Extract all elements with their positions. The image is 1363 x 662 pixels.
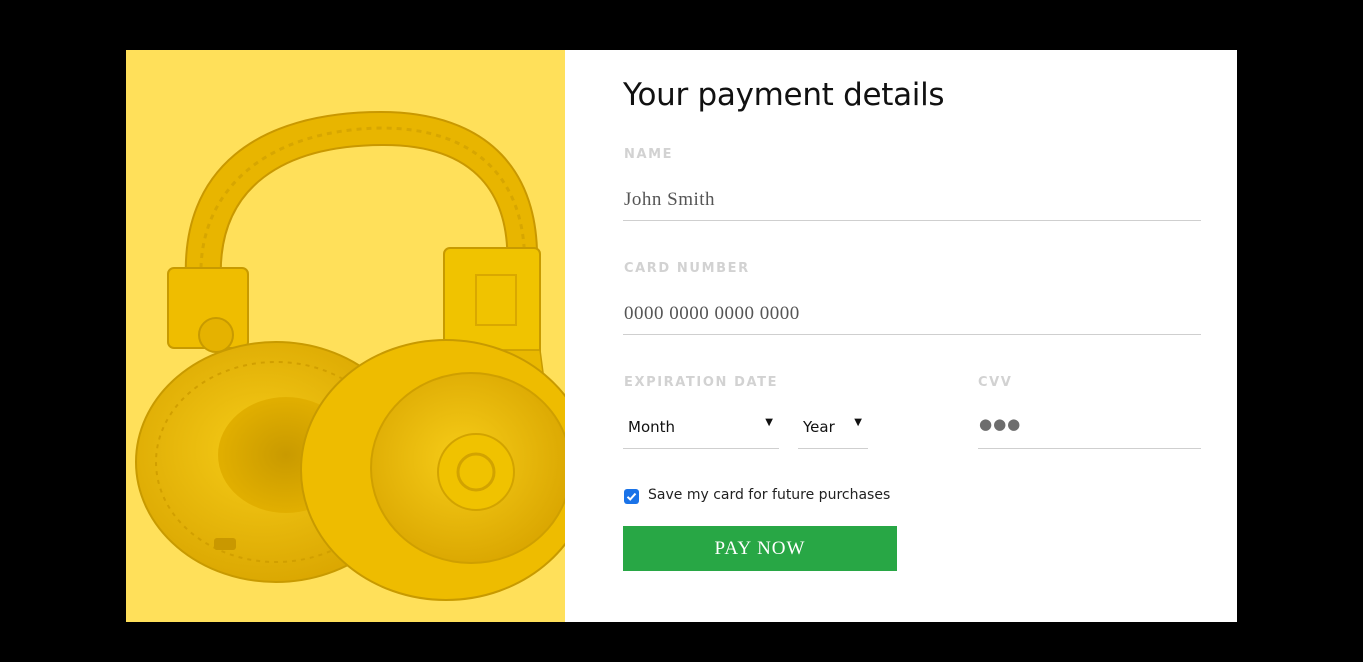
month-select[interactable]: Month ▼ (623, 411, 779, 449)
month-select-value: Month (628, 418, 676, 436)
card-number-label: CARD NUMBER (624, 261, 750, 276)
cvv-label: CVV (978, 375, 1013, 390)
payment-card: Your payment details NAME CARD NUMBER EX… (126, 50, 1237, 622)
cvv-masked-value: ●●● (979, 415, 1022, 433)
save-card-label[interactable]: Save my card for future purchases (648, 487, 890, 503)
year-select-value: Year (803, 418, 835, 436)
page-title: Your payment details (623, 77, 945, 113)
chevron-down-icon: ▼ (765, 417, 773, 428)
payment-form: Your payment details NAME CARD NUMBER EX… (565, 50, 1237, 622)
product-image-panel (126, 50, 565, 622)
name-label: NAME (624, 147, 674, 162)
year-select[interactable]: Year ▼ (798, 411, 868, 449)
cvv-field[interactable]: ●●● (978, 411, 1201, 449)
name-field[interactable] (623, 180, 1201, 221)
card-number-field[interactable] (623, 294, 1201, 335)
checkmark-icon (626, 492, 637, 501)
save-card-checkbox[interactable] (624, 489, 639, 504)
chevron-down-icon: ▼ (854, 417, 862, 428)
headphones-image (135, 110, 565, 601)
expiration-date-label: EXPIRATION DATE (624, 375, 779, 390)
pay-now-button[interactable]: PAY NOW (623, 526, 897, 571)
